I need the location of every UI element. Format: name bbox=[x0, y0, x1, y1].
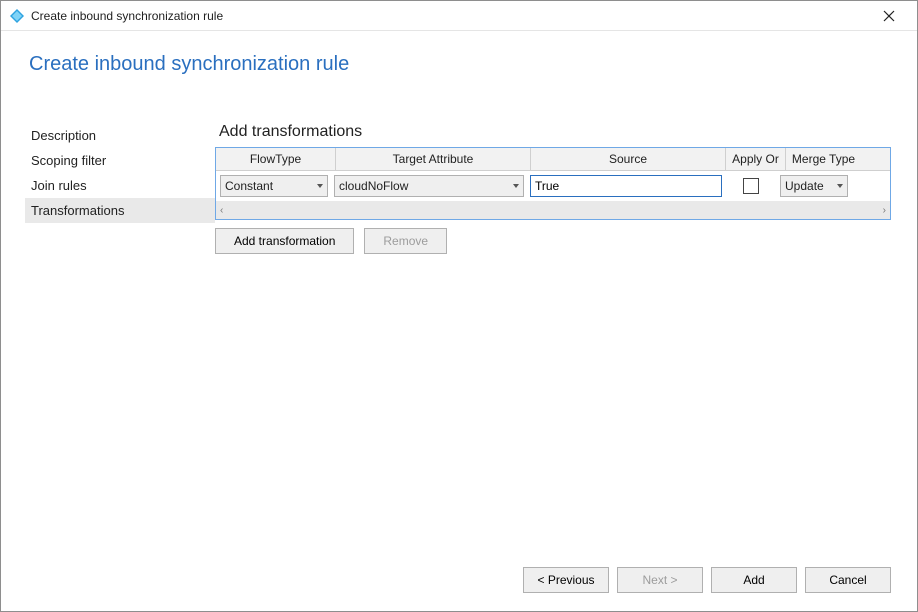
title-bar: Create inbound synchronization rule bbox=[1, 1, 917, 31]
remove-button[interactable]: Remove bbox=[364, 228, 447, 254]
cancel-button[interactable]: Cancel bbox=[805, 567, 891, 593]
body-area: Description Scoping filter Join rules Tr… bbox=[1, 123, 917, 551]
page-title: Create inbound synchronization rule bbox=[1, 31, 917, 94]
next-button[interactable]: Next > bbox=[617, 567, 703, 593]
target-attribute-dropdown[interactable]: cloudNoFlow bbox=[334, 175, 524, 197]
sidebar-item-label: Description bbox=[31, 128, 96, 143]
col-header-flowtype: FlowType bbox=[216, 148, 336, 170]
add-button[interactable]: Add bbox=[711, 567, 797, 593]
add-transformation-button[interactable]: Add transformation bbox=[215, 228, 354, 254]
merge-type-dropdown[interactable]: Update bbox=[780, 175, 848, 197]
transformations-grid: FlowType Target Attribute Source Apply O… bbox=[215, 147, 891, 220]
sidebar-item-scoping-filter[interactable]: Scoping filter bbox=[25, 148, 215, 173]
scroll-right-icon: › bbox=[883, 205, 886, 216]
flowtype-dropdown[interactable]: Constant bbox=[220, 175, 328, 197]
source-input[interactable] bbox=[530, 175, 722, 197]
sidebar-item-label: Transformations bbox=[31, 203, 124, 218]
merge-type-value: Update bbox=[785, 179, 824, 193]
horizontal-scrollbar[interactable]: ‹ › bbox=[216, 201, 890, 219]
col-header-source: Source bbox=[531, 148, 726, 170]
close-icon bbox=[883, 10, 895, 22]
col-header-target-attribute: Target Attribute bbox=[336, 148, 531, 170]
app-icon bbox=[9, 8, 25, 24]
section-title: Add transformations bbox=[219, 123, 891, 141]
grid-button-row: Add transformation Remove bbox=[215, 228, 891, 254]
scroll-left-icon: ‹ bbox=[220, 205, 223, 216]
flowtype-value: Constant bbox=[225, 179, 273, 193]
step-sidebar: Description Scoping filter Join rules Tr… bbox=[1, 123, 215, 551]
grid-header: FlowType Target Attribute Source Apply O… bbox=[216, 148, 890, 171]
source-cell bbox=[530, 175, 722, 197]
apply-once-cell bbox=[728, 178, 774, 194]
sidebar-item-transformations[interactable]: Transformations bbox=[25, 198, 215, 223]
content-area: Create inbound synchronization rule Desc… bbox=[1, 31, 917, 611]
target-attribute-value: cloudNoFlow bbox=[339, 179, 408, 193]
sidebar-item-label: Join rules bbox=[31, 178, 87, 193]
close-button[interactable] bbox=[869, 2, 909, 30]
wizard-footer: < Previous Next > Add Cancel bbox=[523, 567, 891, 593]
sidebar-item-description[interactable]: Description bbox=[25, 123, 215, 148]
apply-once-checkbox[interactable] bbox=[743, 178, 759, 194]
chevron-down-icon bbox=[837, 184, 843, 188]
chevron-down-icon bbox=[513, 184, 519, 188]
dialog-window: Create inbound synchronization rule Crea… bbox=[0, 0, 918, 612]
main-panel: Add transformations FlowType Target Attr… bbox=[215, 123, 917, 551]
grid-row: Constant cloudNoFlow bbox=[216, 171, 890, 201]
col-header-merge-type: Merge Type bbox=[786, 148, 861, 170]
window-title: Create inbound synchronization rule bbox=[31, 9, 869, 23]
sidebar-item-label: Scoping filter bbox=[31, 153, 106, 168]
sidebar-item-join-rules[interactable]: Join rules bbox=[25, 173, 215, 198]
col-header-apply-once: Apply Or bbox=[726, 148, 786, 170]
chevron-down-icon bbox=[317, 184, 323, 188]
previous-button[interactable]: < Previous bbox=[523, 567, 609, 593]
